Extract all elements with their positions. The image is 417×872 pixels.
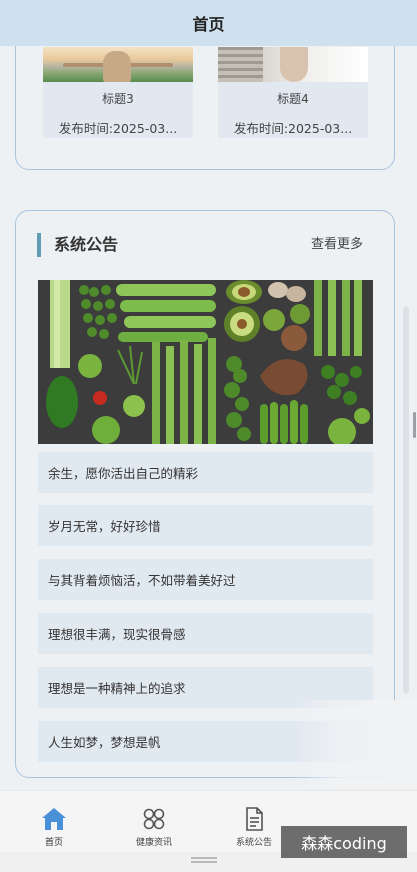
notice-item[interactable]: 与其背着烦恼活，不如带着美好过 [38, 559, 373, 600]
tab-label: 健康资讯 [135, 838, 172, 848]
scrollbar-track[interactable] [403, 306, 409, 694]
article-thumbnail [43, 47, 193, 82]
notice-item[interactable]: 岁月无常，好好珍惜 [38, 505, 373, 546]
watermark: 森森coding [281, 826, 407, 858]
article-time: 发布时间:2025-03... [233, 121, 353, 136]
section-accent-bar [37, 233, 41, 257]
navigation-bar: 首页 [0, 0, 417, 46]
view-more-link[interactable]: 查看更多 [311, 235, 363, 255]
notice-item[interactable]: 余生，愿你活出自己的精彩 [38, 452, 373, 493]
article-card: 标题3 发布时间:2025-03... 标题4 发布时间:2025-03... [15, 46, 395, 170]
notice-banner-image[interactable] [38, 280, 373, 444]
tab-health-news[interactable]: 健康资讯 [104, 791, 204, 852]
tab-label: 首页 [44, 838, 63, 848]
page-title: 首页 [192, 15, 225, 34]
tab-label: 系统公告 [235, 838, 272, 848]
grid-icon [141, 807, 167, 831]
scroll-content[interactable]: 标题3 发布时间:2025-03... 标题4 发布时间:2025-03... … [0, 46, 417, 790]
notice-section-title: 系统公告 [54, 235, 119, 254]
document-icon [241, 807, 267, 831]
article-title: 标题3 [102, 92, 134, 106]
article-thumbnail [218, 47, 368, 82]
article-item[interactable]: 标题3 发布时间:2025-03... [43, 47, 193, 138]
article-item[interactable]: 标题4 发布时间:2025-03... [218, 47, 368, 138]
scrollbar-thumb[interactable] [413, 412, 416, 438]
vegetables-illustration [38, 280, 373, 444]
home-icon [41, 807, 67, 831]
article-title: 标题4 [277, 92, 309, 106]
tab-home[interactable]: 首页 [4, 791, 104, 852]
home-indicator[interactable] [191, 857, 217, 863]
article-time: 发布时间:2025-03... [58, 121, 178, 136]
notice-card: 系统公告 查看更多 余生，愿你活出自己的精彩 岁月无常，好好珍惜 与其背着烦恼活… [15, 210, 395, 778]
notice-item[interactable]: 理想很丰满，现实很骨感 [38, 613, 373, 654]
